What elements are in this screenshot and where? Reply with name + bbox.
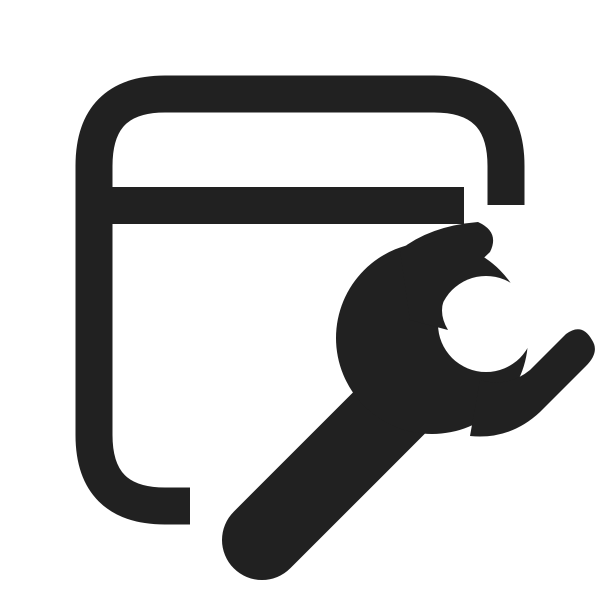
window-titlebar-divider: [112, 187, 464, 224]
icon-canvas: [0, 0, 600, 600]
wrench-handle: [222, 362, 440, 580]
wrench-icon: [197, 202, 600, 600]
app-window-wrench-icon: [75, 75, 600, 600]
